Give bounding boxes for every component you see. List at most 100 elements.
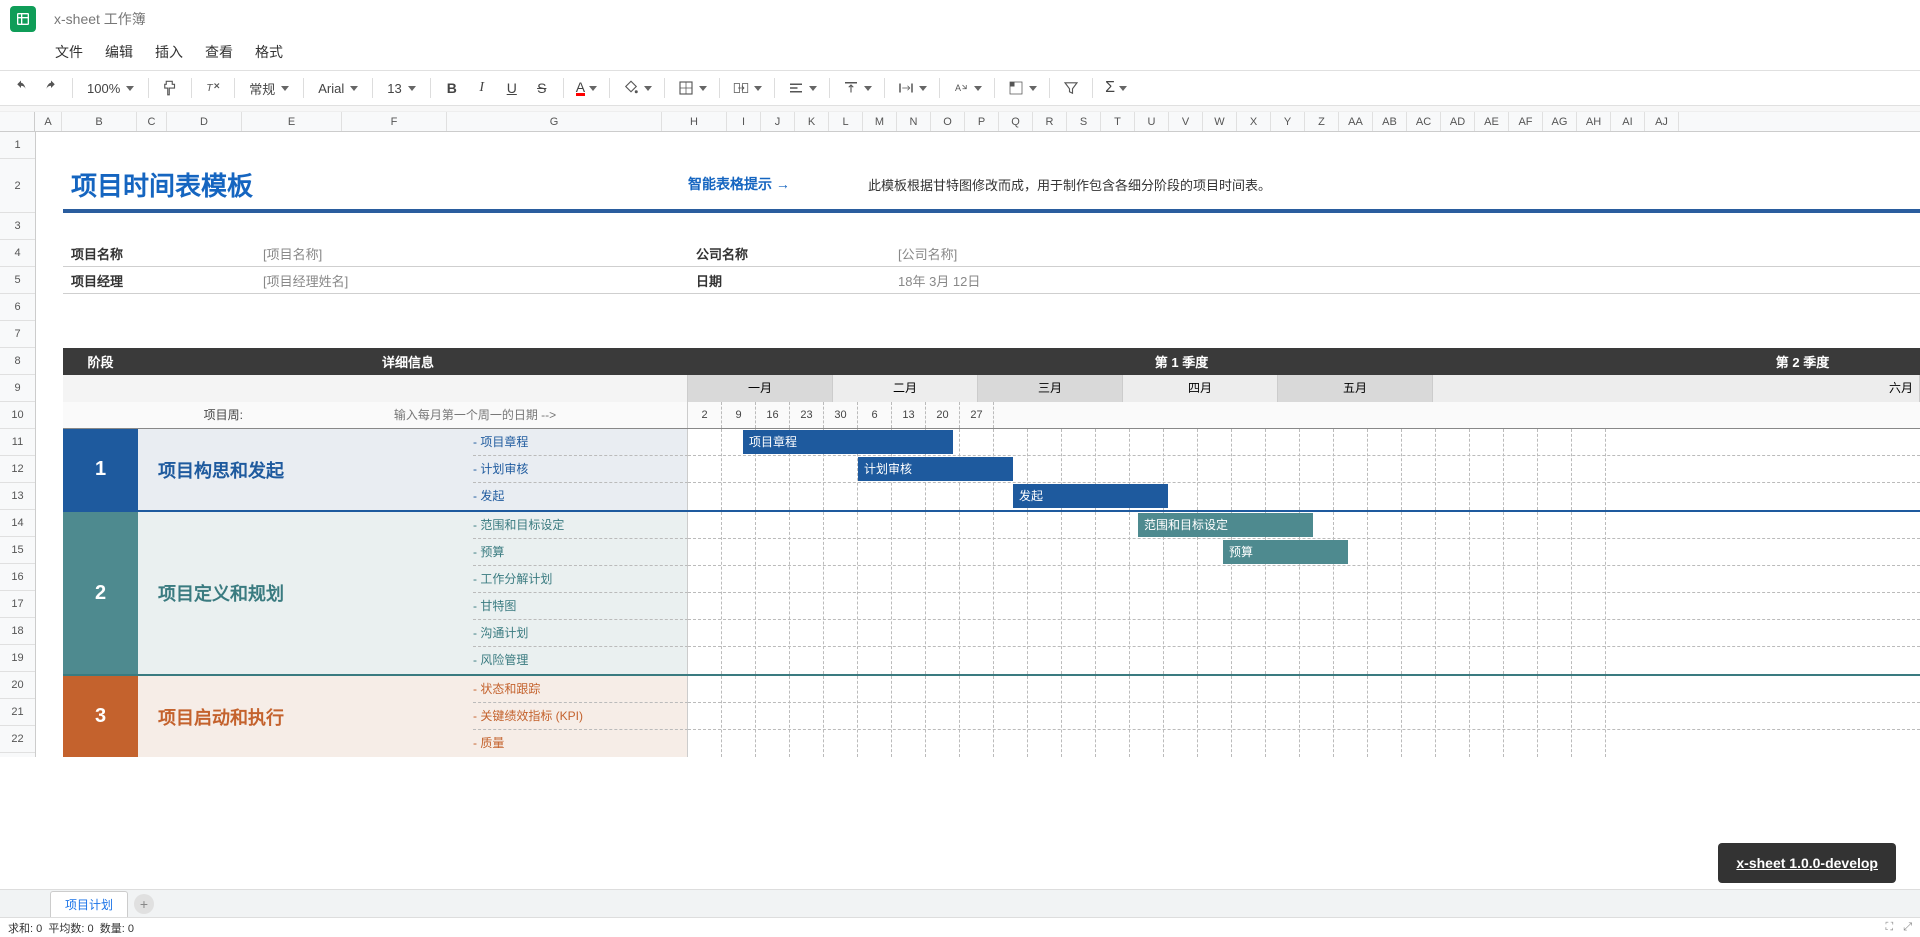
font-size-select[interactable]: 13 xyxy=(381,81,421,96)
row-header[interactable]: 2 xyxy=(0,159,35,213)
col-header[interactable]: R xyxy=(1033,112,1067,131)
project-name-value[interactable]: [项目名称] xyxy=(263,244,678,263)
company-value[interactable]: [公司名称] xyxy=(898,244,1313,263)
freeze-button[interactable] xyxy=(1003,75,1041,101)
row-header[interactable]: 4 xyxy=(0,240,35,267)
number-format-select[interactable]: 常规 xyxy=(243,79,295,98)
font-select[interactable]: Arial xyxy=(312,81,364,96)
pm-value[interactable]: [项目经理姓名] xyxy=(263,271,678,290)
row-header[interactable]: 14 xyxy=(0,510,35,537)
paint-format-button[interactable] xyxy=(157,75,183,101)
col-header[interactable]: AJ xyxy=(1645,112,1679,131)
expand-icon[interactable]: ⤢ xyxy=(1903,921,1912,934)
row-header[interactable]: 15 xyxy=(0,537,35,564)
redo-button[interactable] xyxy=(38,75,64,101)
undo-button[interactable] xyxy=(8,75,34,101)
col-header[interactable]: W xyxy=(1203,112,1237,131)
col-header[interactable]: A xyxy=(35,112,62,131)
gantt-bar[interactable]: 预算 xyxy=(1223,540,1348,564)
col-header[interactable]: P xyxy=(965,112,999,131)
gantt-bar[interactable]: 计划审核 xyxy=(858,457,1013,481)
row-header[interactable]: 22 xyxy=(0,726,35,753)
menu-insert[interactable]: 插入 xyxy=(155,42,183,62)
row-header[interactable]: 19 xyxy=(0,645,35,672)
col-header[interactable]: AD xyxy=(1441,112,1475,131)
row-header[interactable]: 10 xyxy=(0,402,35,429)
gantt-bar[interactable]: 范围和目标设定 xyxy=(1138,513,1313,537)
select-all-corner[interactable] xyxy=(0,112,35,131)
date-value[interactable]: 18年 3月 12日 xyxy=(898,271,1313,290)
underline-button[interactable]: U xyxy=(499,75,525,101)
row-header[interactable]: 13 xyxy=(0,483,35,510)
version-badge[interactable]: x-sheet 1.0.0-develop xyxy=(1718,843,1896,883)
row-header[interactable]: 7 xyxy=(0,321,35,348)
row-header[interactable]: 5 xyxy=(0,267,35,294)
col-header[interactable]: L xyxy=(829,112,863,131)
col-header[interactable]: C xyxy=(137,112,167,131)
text-rotation-button[interactable]: A xyxy=(948,75,986,101)
col-header[interactable]: AG xyxy=(1543,112,1577,131)
col-header[interactable]: N xyxy=(897,112,931,131)
col-header[interactable]: AB xyxy=(1373,112,1407,131)
col-header[interactable]: S xyxy=(1067,112,1101,131)
text-color-button[interactable]: A xyxy=(572,75,601,101)
fill-color-button[interactable] xyxy=(618,75,656,101)
text-wrap-button[interactable] xyxy=(893,75,931,101)
clear-format-button[interactable]: T xyxy=(200,75,226,101)
row-header[interactable]: 3 xyxy=(0,213,35,240)
col-header[interactable]: G xyxy=(447,112,662,131)
col-header[interactable]: Z xyxy=(1305,112,1339,131)
col-header[interactable]: D xyxy=(167,112,242,131)
italic-button[interactable]: I xyxy=(469,75,495,101)
col-header[interactable]: H xyxy=(662,112,727,131)
gantt-bar[interactable]: 项目章程 xyxy=(743,430,953,454)
col-header[interactable]: AC xyxy=(1407,112,1441,131)
col-header[interactable]: AH xyxy=(1577,112,1611,131)
app-title[interactable]: x-sheet 工作簿 xyxy=(54,9,146,29)
bold-button[interactable]: B xyxy=(439,75,465,101)
col-header[interactable]: T xyxy=(1101,112,1135,131)
col-header[interactable]: F xyxy=(342,112,447,131)
functions-button[interactable]: Σ xyxy=(1101,75,1131,101)
col-header[interactable]: U xyxy=(1135,112,1169,131)
col-header[interactable]: V xyxy=(1169,112,1203,131)
zoom-select[interactable]: 100% xyxy=(81,81,140,96)
borders-button[interactable] xyxy=(673,75,711,101)
merge-button[interactable] xyxy=(728,75,766,101)
row-header[interactable]: 16 xyxy=(0,564,35,591)
col-header[interactable]: I xyxy=(727,112,761,131)
row-header[interactable]: 8 xyxy=(0,348,35,375)
col-header[interactable]: X xyxy=(1237,112,1271,131)
col-header[interactable]: E xyxy=(242,112,342,131)
row-header[interactable]: 12 xyxy=(0,456,35,483)
filter-button[interactable] xyxy=(1058,75,1084,101)
menu-view[interactable]: 查看 xyxy=(205,42,233,62)
col-header[interactable]: AI xyxy=(1611,112,1645,131)
col-header[interactable]: AF xyxy=(1509,112,1543,131)
tips-link[interactable]: 智能表格提示 → xyxy=(688,174,868,194)
col-header[interactable]: AA xyxy=(1339,112,1373,131)
collapse-icon[interactable]: ⛶ xyxy=(1885,921,1893,934)
strike-button[interactable]: S xyxy=(529,75,555,101)
add-sheet-button[interactable]: + xyxy=(134,894,154,914)
row-header[interactable]: 18 xyxy=(0,618,35,645)
menu-format[interactable]: 格式 xyxy=(255,42,283,62)
col-header[interactable]: K xyxy=(795,112,829,131)
row-header[interactable]: 20 xyxy=(0,672,35,699)
gantt-bar[interactable]: 发起 xyxy=(1013,484,1168,508)
row-header[interactable]: 21 xyxy=(0,699,35,726)
menu-edit[interactable]: 编辑 xyxy=(105,42,133,62)
halign-button[interactable] xyxy=(783,75,821,101)
row-header[interactable]: 17 xyxy=(0,591,35,618)
col-header[interactable]: Q xyxy=(999,112,1033,131)
col-header[interactable]: B xyxy=(62,112,137,131)
row-header[interactable]: 11 xyxy=(0,429,35,456)
valign-button[interactable] xyxy=(838,75,876,101)
sheet-canvas[interactable]: 项目时间表模板 智能表格提示 → 此模板根据甘特图修改而成，用于制作包含各细分阶… xyxy=(36,132,1920,757)
col-header[interactable]: Y xyxy=(1271,112,1305,131)
col-header[interactable]: O xyxy=(931,112,965,131)
col-header[interactable]: M xyxy=(863,112,897,131)
row-header[interactable]: 9 xyxy=(0,375,35,402)
sheet-tab[interactable]: 项目计划 xyxy=(50,891,128,917)
row-header[interactable]: 6 xyxy=(0,294,35,321)
